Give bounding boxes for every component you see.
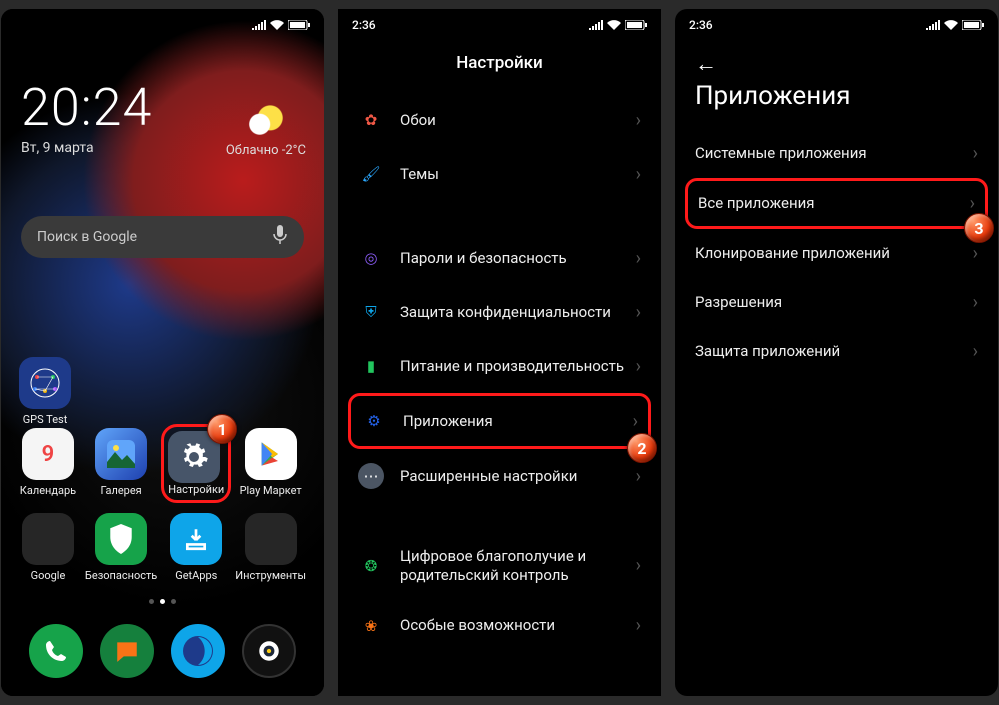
weather-widget[interactable]: Облачно -2°C xyxy=(226,99,306,158)
themes-icon: 🖌 xyxy=(358,161,384,187)
dock-browser[interactable] xyxy=(171,624,225,678)
settings-row-privacy[interactable]: ⛨Защита конфиденциальности› xyxy=(338,285,661,339)
battery-icon xyxy=(962,20,984,30)
apps-row-system[interactable]: Системные приложения› xyxy=(675,129,998,178)
chevron-right-icon: › xyxy=(973,243,978,264)
settings-row-advanced[interactable]: ⋯Расширенные настройки› xyxy=(338,449,661,503)
page-title: Приложения xyxy=(675,81,998,129)
shield-icon xyxy=(95,513,147,565)
settings-row-passwords[interactable]: ◎Пароли и безопасность› xyxy=(338,231,661,285)
wifi-icon xyxy=(607,20,621,30)
chevron-right-icon: › xyxy=(636,164,641,185)
weather-icon xyxy=(245,99,287,141)
chevron-right-icon: › xyxy=(636,466,641,487)
settings-row-themes[interactable]: 🖌Темы› xyxy=(338,147,661,201)
chevron-right-icon: › xyxy=(636,110,641,131)
apps-row-permissions[interactable]: Разрешения› xyxy=(675,278,998,327)
app-play-market[interactable]: Play Маркет xyxy=(235,428,306,499)
chevron-right-icon: › xyxy=(636,248,641,269)
chevron-right-icon: › xyxy=(636,555,641,576)
app-settings[interactable]: Настройки 1 xyxy=(165,428,227,499)
status-time: 2:36 xyxy=(352,18,376,32)
chevron-right-icon: › xyxy=(973,143,978,164)
calendar-icon: 9 xyxy=(22,428,74,480)
apps-row-protection[interactable]: Защита приложений› xyxy=(675,327,998,376)
shield-icon: ⛨ xyxy=(358,299,384,325)
app-folder-tools[interactable]: Инструменты xyxy=(235,513,306,582)
settings-row-accessibility[interactable]: ❀Особые возможности› xyxy=(338,599,661,653)
status-time: 2:36 xyxy=(689,18,713,32)
apps-icon: ⚙ xyxy=(361,408,387,434)
gps-icon xyxy=(19,357,71,409)
chevron-right-icon: › xyxy=(633,411,638,432)
app-security[interactable]: Безопасность xyxy=(85,513,157,582)
app-grid: 9Календарь Галерея Настройки 1 Play Марк… xyxy=(1,428,324,582)
wifi-icon xyxy=(944,20,958,30)
app-getapps[interactable]: GetApps xyxy=(165,513,227,582)
battery-icon xyxy=(288,20,310,30)
apps-row-all[interactable]: Все приложения› xyxy=(685,178,988,229)
mic-icon[interactable] xyxy=(272,225,288,249)
status-bar xyxy=(1,9,324,37)
app-calendar[interactable]: 9Календарь xyxy=(19,428,77,499)
app-folder-google[interactable]: Google xyxy=(19,513,77,582)
folder-icon xyxy=(22,513,74,565)
status-bar: 2:36 xyxy=(338,9,661,37)
app-icon-gps[interactable]: GPS Test xyxy=(19,357,71,426)
more-icon: ⋯ xyxy=(358,463,384,489)
phone-home-screen: 20:24 Вт, 9 марта Облачно -2°C Поиск в G… xyxy=(1,9,324,696)
phone-apps-screen: 2:36 ← Приложения Системные приложения› … xyxy=(675,9,998,696)
chevron-right-icon: › xyxy=(973,341,978,362)
folder-icon xyxy=(245,513,297,565)
getapps-icon xyxy=(170,513,222,565)
chevron-right-icon: › xyxy=(970,193,975,214)
search-placeholder: Поиск в Google xyxy=(37,229,137,245)
dock-messages[interactable] xyxy=(100,624,154,678)
fingerprint-icon: ◎ xyxy=(358,245,384,271)
chevron-right-icon: › xyxy=(973,292,978,313)
signal-icon xyxy=(926,20,940,30)
chevron-right-icon: › xyxy=(636,302,641,323)
wellbeing-icon: ❂ xyxy=(358,553,384,579)
three-phone-tutorial: 20:24 Вт, 9 марта Облачно -2°C Поиск в G… xyxy=(1,9,998,696)
settings-row-battery[interactable]: ▮Питание и производительность› xyxy=(338,339,661,393)
wallpaper-icon: ✿ xyxy=(358,107,384,133)
dock-phone[interactable] xyxy=(29,624,83,678)
dock xyxy=(1,624,324,678)
signal-icon xyxy=(589,20,603,30)
back-button[interactable]: ← xyxy=(675,37,998,81)
settings-row-apps[interactable]: ⚙Приложения› xyxy=(348,393,651,449)
settings-row-wallpaper[interactable]: ✿Обои› xyxy=(338,93,661,147)
chevron-right-icon: › xyxy=(636,615,641,636)
battery-icon: ▮ xyxy=(358,353,384,379)
chevron-right-icon: › xyxy=(636,356,641,377)
step-badge-1: 1 xyxy=(207,414,237,444)
dock-camera[interactable] xyxy=(242,624,296,678)
phone-settings-screen: 2:36 Настройки ✿Обои› 🖌Темы› ◎Пароли и б… xyxy=(338,9,661,696)
gallery-icon xyxy=(95,428,147,480)
play-store-icon xyxy=(245,428,297,480)
status-bar: 2:36 xyxy=(675,9,998,37)
apps-row-clone[interactable]: Клонирование приложений› xyxy=(675,229,998,278)
page-title: Настройки xyxy=(338,37,661,93)
google-search-bar[interactable]: Поиск в Google xyxy=(21,216,304,258)
accessibility-icon: ❀ xyxy=(358,613,384,639)
battery-icon xyxy=(625,20,647,30)
app-gallery[interactable]: Галерея xyxy=(85,428,157,499)
settings-row-wellbeing[interactable]: ❂Цифровое благополучие и родительский ко… xyxy=(338,533,661,599)
wifi-icon xyxy=(270,20,284,30)
signal-icon xyxy=(252,20,266,30)
page-indicator xyxy=(1,599,324,604)
